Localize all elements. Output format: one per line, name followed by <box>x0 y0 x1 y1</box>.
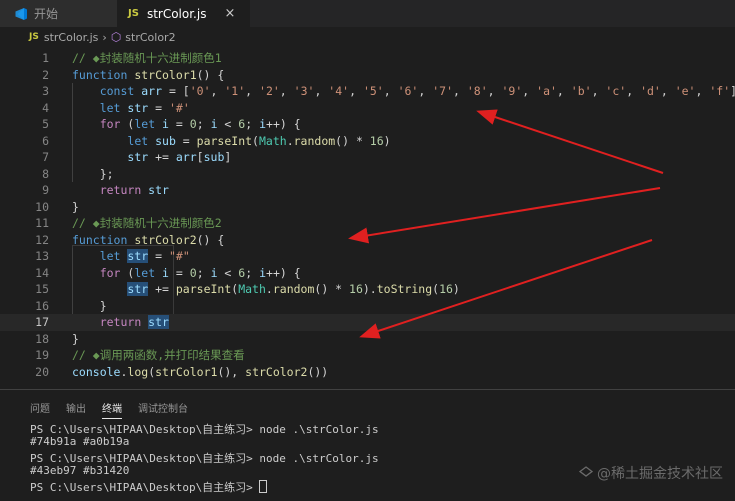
bottom-panel: 问题 输出 终端 调试控制台 PS C:\Users\HIPAA\Desktop… <box>0 389 735 501</box>
tab-debug-console[interactable]: 调试控制台 <box>138 400 188 418</box>
juejin-logo-icon <box>579 466 593 477</box>
panel-tabs: 问题 输出 终端 调试控制台 <box>30 400 204 419</box>
annotation-arrow <box>359 239 653 339</box>
annotation-arrow <box>476 109 664 174</box>
terminal-line: #74b91a #a0b19a <box>30 435 130 448</box>
terminal-cursor <box>259 480 268 493</box>
tab-problems[interactable]: 问题 <box>30 400 50 418</box>
terminal-prompt-text: PS C:\Users\HIPAA\Desktop\自主练习> <box>30 481 260 494</box>
tab-output[interactable]: 输出 <box>66 400 86 418</box>
annotation-arrow <box>348 187 661 244</box>
watermark-text: @稀土掘金技术社区 <box>597 466 723 482</box>
watermark: @稀土掘金技术社区 <box>579 463 723 483</box>
tab-terminal[interactable]: 终端 <box>102 400 122 419</box>
